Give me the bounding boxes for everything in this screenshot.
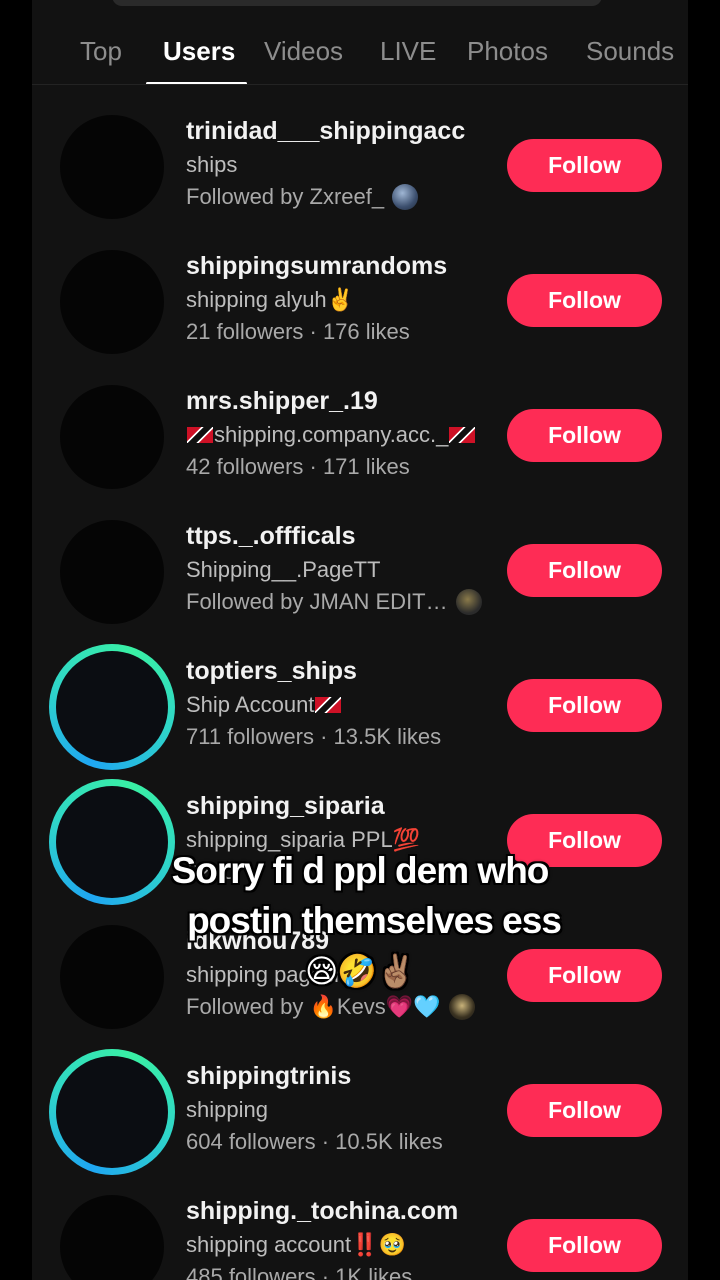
tab-photos[interactable]: Photos: [467, 36, 548, 67]
caption-line-2: postin themselves ess: [187, 900, 562, 941]
tab-users[interactable]: Users: [163, 36, 235, 67]
username: toptiers_ships: [186, 657, 357, 685]
search-results-screen: Top Users Videos LIVE Photos Sounds trin…: [32, 0, 688, 1280]
search-bar[interactable]: [112, 0, 602, 6]
follow-button[interactable]: Follow: [507, 139, 662, 192]
bio: ships: [186, 152, 238, 177]
follow-button[interactable]: Follow: [507, 544, 662, 597]
caption-emojis: 😪🤣✌🏽: [304, 953, 416, 989]
results-tabs: Top Users Videos LIVE Photos Sounds: [32, 22, 688, 85]
follower-avatar-icon: [448, 994, 475, 1020]
avatar-live-ring[interactable]: [49, 644, 175, 770]
tab-sounds[interactable]: Sounds: [586, 36, 674, 67]
video-caption-overlay: Sorry fi d ppl dem who postin themselves…: [0, 846, 720, 996]
username: trinidad___shippingacc: [186, 117, 466, 145]
follower-avatar-icon: [392, 184, 419, 210]
meta: 485 followers · 1K likes: [186, 1264, 413, 1280]
trinidad-flag-icon: [449, 427, 476, 443]
bio: shipping account‼️🥹: [186, 1232, 406, 1257]
username: shippingsumrandoms: [186, 252, 448, 280]
caption-line-1: Sorry fi d ppl dem who: [171, 850, 550, 891]
username: mrs.shipper_.19: [186, 387, 378, 415]
avatar[interactable]: [60, 1195, 164, 1280]
bio: Shipping__.PageTT: [186, 557, 381, 582]
user-row[interactable]: shippingsumrandoms shipping alyuh✌️ 21 f…: [32, 249, 688, 384]
follow-button[interactable]: Follow: [507, 1219, 662, 1272]
bio: shipping alyuh✌️: [186, 287, 355, 312]
username: shipping_siparia: [186, 792, 385, 820]
trinidad-flag-icon: [187, 427, 213, 443]
meta: 21 followers · 176 likes: [186, 319, 410, 344]
user-row[interactable]: shipping._tochina.com shipping account‼️…: [32, 1194, 688, 1280]
avatar[interactable]: [60, 385, 164, 489]
bio: shipping.company.acc._: [186, 422, 476, 448]
tab-videos[interactable]: Videos: [264, 36, 343, 67]
bio: shipping: [186, 1097, 268, 1122]
follow-button[interactable]: Follow: [507, 274, 662, 327]
tab-live[interactable]: LIVE: [380, 36, 436, 67]
username: shipping._tochina.com: [186, 1197, 459, 1225]
avatar[interactable]: [60, 250, 164, 354]
avatar-live-ring[interactable]: [49, 1049, 175, 1175]
follow-button[interactable]: Follow: [507, 679, 662, 732]
meta: Followed by Zxreef_: [186, 184, 419, 210]
username: ttps._.offficals: [186, 522, 356, 550]
user-row[interactable]: ttps._.offficals Shipping__.PageTT Follo…: [32, 519, 688, 654]
meta: Followed by JMAN EDIT…: [186, 589, 482, 615]
user-row[interactable]: shippingtrinis shipping 604 followers · …: [32, 1049, 688, 1194]
tabs-divider: [32, 84, 688, 85]
follower-avatar-icon: [455, 589, 482, 615]
meta: 42 followers · 171 likes: [186, 454, 410, 479]
user-row[interactable]: toptiers_ships Ship Account 711 follower…: [32, 644, 688, 789]
meta: 604 followers · 10.5K likes: [186, 1129, 443, 1154]
avatar[interactable]: [60, 520, 164, 624]
meta: 711 followers · 13.5K likes: [186, 724, 442, 749]
meta: Followed by 🔥Kevs💗🩵: [186, 994, 475, 1020]
follow-button[interactable]: Follow: [507, 1084, 662, 1137]
user-row[interactable]: mrs.shipper_.19 shipping.company.acc._ 4…: [32, 384, 688, 519]
user-row[interactable]: trinidad___shippingacc ships Followed by…: [32, 114, 688, 249]
trinidad-flag-icon: [315, 697, 342, 713]
username: shippingtrinis: [186, 1062, 352, 1090]
tab-top[interactable]: Top: [80, 36, 122, 67]
avatar[interactable]: [60, 115, 164, 219]
bio: Ship Account: [186, 692, 342, 718]
follow-button[interactable]: Follow: [507, 409, 662, 462]
